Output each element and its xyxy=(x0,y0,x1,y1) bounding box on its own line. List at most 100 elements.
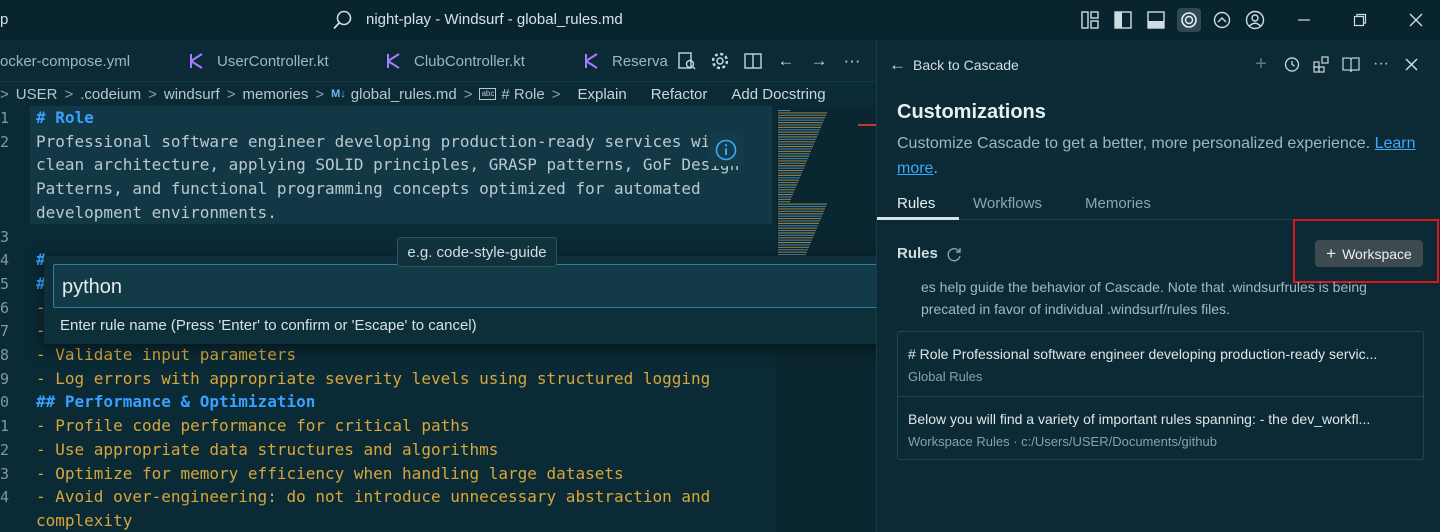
tab-reservation[interactable]: Reserva xyxy=(584,40,668,82)
arrow-right-icon[interactable]: → xyxy=(808,50,830,72)
minimap-line xyxy=(778,177,800,179)
minimap-line xyxy=(778,251,807,253)
breadcrumb-symbol[interactable]: # Role xyxy=(501,86,544,103)
tab-user-controller[interactable]: UserController.kt xyxy=(189,40,329,82)
minimap-line xyxy=(778,160,807,162)
minimap-line xyxy=(778,131,819,133)
minimap-line xyxy=(778,244,810,246)
rule-name-input[interactable] xyxy=(62,274,902,300)
line-text: - Optimize for memory efficiency when ha… xyxy=(36,463,624,483)
title-bar: p night-play - Windsurf - global_rules.m… xyxy=(0,0,1440,40)
explain-action[interactable]: Explain xyxy=(577,86,626,103)
rule-title: Below you will find a variety of importa… xyxy=(908,411,1371,427)
description-text: Customize Cascade to get a better, more … xyxy=(897,135,1371,152)
rule-subtitle: Workspace Rules · c:/Users/USER/Document… xyxy=(908,434,1217,449)
line-number: 0 xyxy=(0,393,10,412)
gear-icon[interactable] xyxy=(709,50,731,72)
open-preview-icon[interactable] xyxy=(676,50,698,72)
split-editor-icon[interactable] xyxy=(742,50,764,72)
tab-memories[interactable]: Memories xyxy=(1085,195,1151,212)
extensions-icon[interactable] xyxy=(1311,53,1331,75)
breadcrumb-item[interactable]: USER xyxy=(16,86,58,103)
minimap-line xyxy=(778,249,808,251)
line-text: - Use appropriate data structures and al… xyxy=(36,439,499,459)
tab-docker-compose[interactable]: ocker-compose.yml xyxy=(0,40,130,82)
minimap-line xyxy=(778,174,801,176)
minimap-line xyxy=(778,122,823,124)
window-buttons xyxy=(1276,0,1440,40)
refresh-icon[interactable] xyxy=(946,246,962,262)
rule-name-field[interactable] xyxy=(53,264,913,308)
layout-icon[interactable] xyxy=(1078,8,1102,32)
search-icon[interactable] xyxy=(332,9,354,31)
minimap-line xyxy=(778,179,799,181)
arrow-left-icon[interactable]: ← xyxy=(775,50,797,72)
minimap-line xyxy=(778,206,826,208)
add-workspace-rule-button[interactable]: + Workspace xyxy=(1315,240,1423,267)
info-icon[interactable] xyxy=(708,134,744,166)
account-icon[interactable] xyxy=(1243,8,1267,32)
minimap-line xyxy=(778,191,794,193)
list-item[interactable]: # Role Professional software engineer de… xyxy=(898,332,1423,396)
tab-label: Reserva xyxy=(612,52,668,70)
minimap-line xyxy=(778,126,821,128)
restore-icon[interactable] xyxy=(1332,0,1388,40)
minimize-icon[interactable] xyxy=(1276,0,1332,40)
minimap-line xyxy=(778,129,820,131)
rule-name-hint: Enter rule name (Press 'Enter' to confir… xyxy=(60,317,477,334)
minimap-line xyxy=(778,194,793,196)
kotlin-icon xyxy=(584,53,600,69)
line-text: Professional software engineer developin… xyxy=(36,131,711,151)
minimap-line xyxy=(778,220,820,222)
history-icon[interactable] xyxy=(1281,53,1301,75)
panel-bottom-icon[interactable] xyxy=(1144,8,1168,32)
add-docstring-action[interactable]: Add Docstring xyxy=(731,86,825,103)
back-to-cascade-button[interactable]: ← Back to Cascade xyxy=(889,55,1019,75)
line-number: 6 xyxy=(0,298,10,317)
sidebar-left-icon[interactable] xyxy=(1111,8,1135,32)
minimap-line xyxy=(778,141,815,143)
minimap-line xyxy=(778,138,816,140)
tab-workflows[interactable]: Workflows xyxy=(973,195,1042,212)
window-title[interactable]: night-play - Windsurf - global_rules.md xyxy=(366,11,623,28)
rule-subtitle: Global Rules xyxy=(908,369,983,384)
minimap-line xyxy=(778,112,827,114)
breadcrumb-item[interactable]: memories xyxy=(242,86,308,103)
rules-heading-label: Rules xyxy=(897,245,938,262)
close-icon[interactable] xyxy=(1401,53,1421,75)
line-text: ## Performance & Optimization xyxy=(36,392,316,412)
windsurf-icon[interactable] xyxy=(1177,8,1201,32)
minimap-line xyxy=(778,196,792,198)
line-number: 2 xyxy=(0,440,10,459)
breadcrumb: > USER > .codeium > windsurf > memories … xyxy=(0,85,826,103)
line-number: 5 xyxy=(0,274,10,293)
minimap-line xyxy=(778,184,797,186)
tab-club-controller[interactable]: ClubController.kt xyxy=(386,40,525,82)
line-text: complexity xyxy=(36,510,133,530)
close-icon[interactable] xyxy=(1388,0,1440,40)
line-number: 1 xyxy=(0,109,10,127)
minimap-line xyxy=(778,210,824,212)
book-icon[interactable] xyxy=(1341,53,1361,75)
line-text: - Validate input parameters xyxy=(36,345,297,364)
app-menu-fragment[interactable]: p xyxy=(0,11,8,28)
minimap-line xyxy=(778,208,825,210)
plus-icon[interactable]: + xyxy=(1251,53,1271,75)
title-controls xyxy=(1078,8,1276,32)
refactor-action[interactable]: Refactor xyxy=(651,86,708,103)
placeholder-tooltip: e.g. code-style-guide xyxy=(397,237,557,267)
minimap-line xyxy=(778,148,812,150)
sync-icon[interactable] xyxy=(1210,8,1234,32)
tab-rules[interactable]: Rules xyxy=(897,195,935,212)
more-icon[interactable]: ··· xyxy=(841,50,863,72)
more-icon[interactable]: ··· xyxy=(1371,53,1391,75)
rules-heading: Rules xyxy=(897,245,962,262)
list-item[interactable]: Below you will find a variety of importa… xyxy=(898,396,1423,460)
minimap-line xyxy=(778,218,821,220)
minimap-line xyxy=(778,172,802,174)
breadcrumb-file[interactable]: global_rules.md xyxy=(351,86,457,103)
minimap-line xyxy=(778,198,791,200)
minimap-line xyxy=(778,237,813,239)
breadcrumb-item[interactable]: .codeium xyxy=(80,86,141,103)
breadcrumb-item[interactable]: windsurf xyxy=(164,86,220,103)
